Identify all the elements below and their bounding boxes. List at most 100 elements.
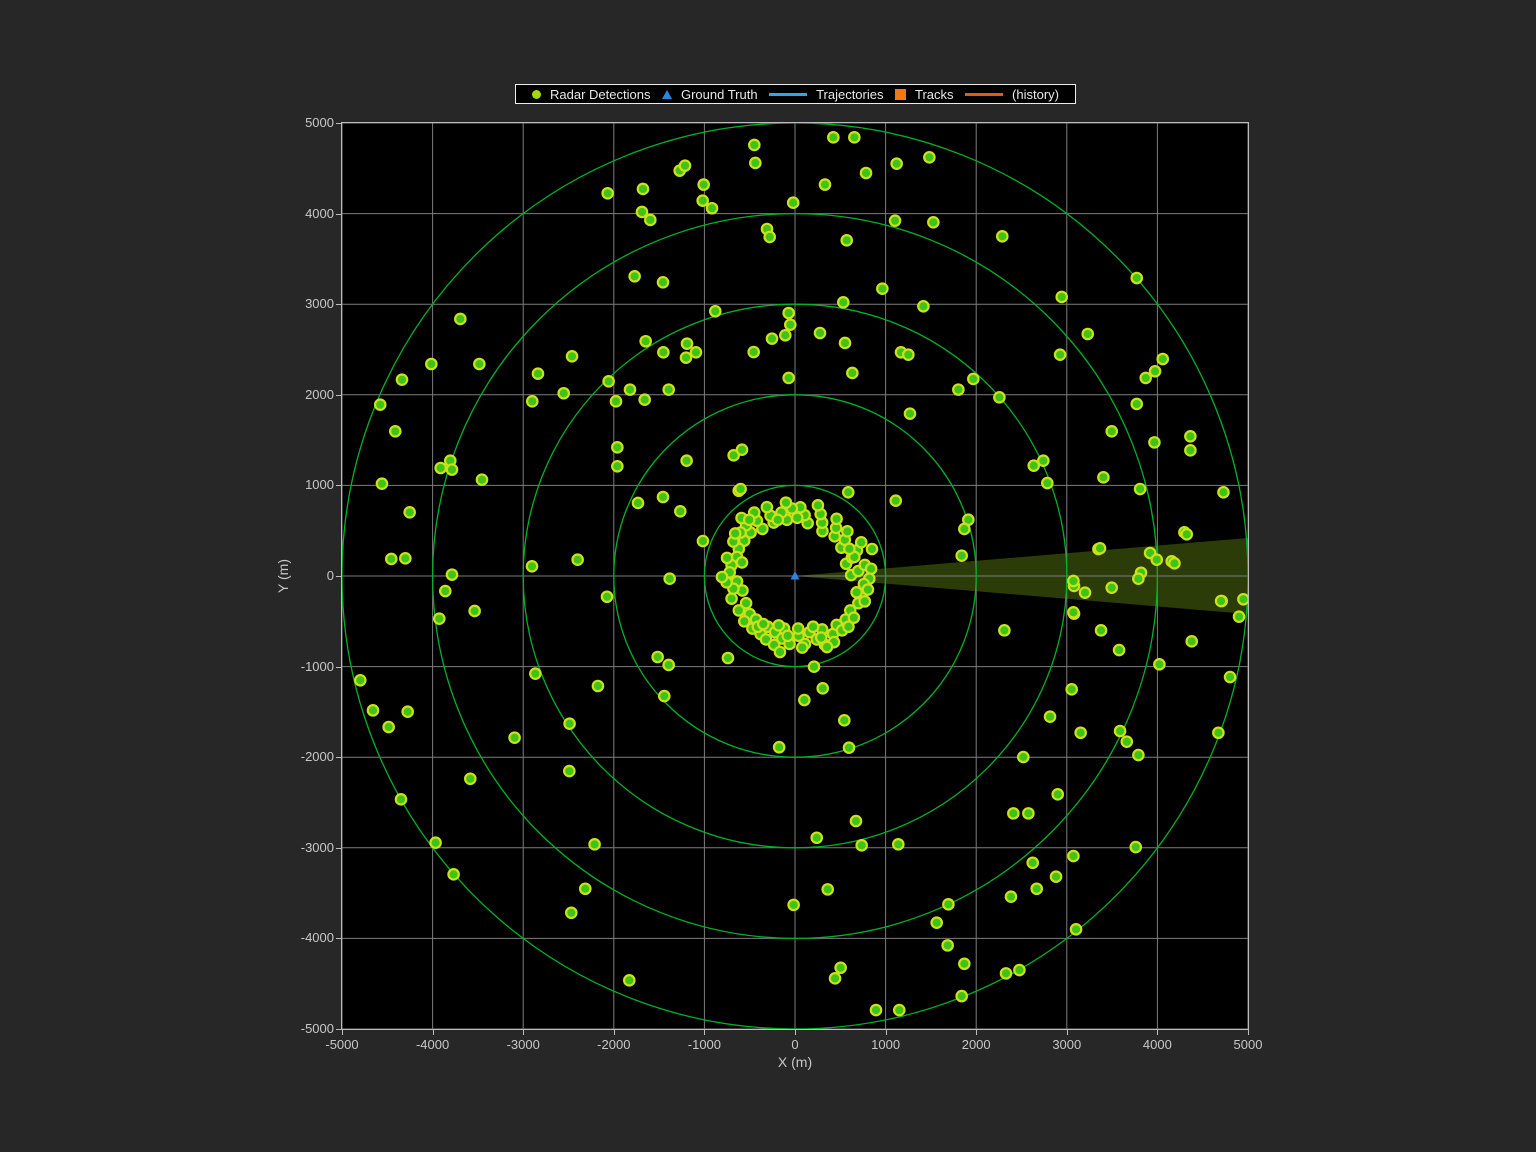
radar-detection-dot — [698, 536, 708, 546]
radar-detection-dot — [530, 668, 540, 678]
radar-detection-dot — [1218, 487, 1228, 497]
x-tick-label: 5000 — [1203, 1037, 1293, 1053]
radar-detection-dot — [355, 675, 365, 685]
legend: Radar Detections Ground Truth Trajectori… — [515, 84, 1076, 104]
y-axis-label: Y (m) — [275, 551, 293, 601]
radar-detection-dot — [918, 301, 928, 311]
radar-detection-dot — [994, 392, 1004, 402]
radar-detection-dot — [707, 203, 717, 213]
radar-detection-dot — [527, 561, 537, 571]
radar-detection-dot — [681, 352, 691, 362]
radar-detection-dot — [659, 691, 669, 701]
radar-detection-dot — [957, 991, 967, 1001]
radar-detection-dot — [434, 613, 444, 623]
radar-detection-dot — [430, 838, 440, 848]
radar-detection-dot — [645, 215, 655, 225]
y-tick-label: 5000 — [260, 115, 334, 131]
radar-detection-dot — [1135, 484, 1145, 494]
radar-detection-dot — [465, 774, 475, 784]
x-tick-label: -2000 — [569, 1037, 659, 1053]
radar-detection-dot — [822, 642, 832, 652]
x-tick-label: 3000 — [1022, 1037, 1112, 1053]
radar-detection-dot — [611, 396, 621, 406]
radar-detection-dot — [447, 569, 457, 579]
radar-detection-dot — [710, 306, 720, 316]
radar-detection-dot — [1187, 636, 1197, 646]
radar-detection-dot — [830, 973, 840, 983]
ground-truth-triangle-icon — [662, 90, 672, 99]
radar-detection-dot — [1216, 596, 1226, 606]
x-tick-label: 1000 — [841, 1037, 931, 1053]
y-tick-mark — [336, 576, 341, 577]
radar-detection-dot — [1133, 574, 1143, 584]
x-tick-label: -1000 — [659, 1037, 749, 1053]
radar-detection-dot — [1154, 659, 1164, 669]
radar-detection-dot — [815, 328, 825, 338]
plot-area — [341, 122, 1249, 1030]
radar-detection-dot — [959, 524, 969, 534]
radar-detection-dot — [1169, 558, 1179, 568]
radar-detection-dot — [788, 900, 798, 910]
x-tick-mark — [704, 1030, 705, 1035]
radar-detection-dot — [640, 336, 650, 346]
radar-detection-dot — [602, 592, 612, 602]
radar-detection-dot — [658, 347, 668, 357]
radar-detection-dot — [1006, 892, 1016, 902]
radar-detection-dot — [1114, 645, 1124, 655]
radar-detection-dot — [1083, 329, 1093, 339]
radar-figure: Radar Detections Ground Truth Trajectori… — [0, 0, 1536, 1152]
radar-detection-dot — [767, 333, 777, 343]
radar-detection-dot — [612, 442, 622, 452]
x-tick-label: -4000 — [388, 1037, 478, 1053]
radar-detection-dot — [1032, 884, 1042, 894]
radar-detection-dot — [637, 207, 647, 217]
y-tick-label: -3000 — [260, 840, 334, 856]
legend-label-tracks: Tracks — [915, 87, 954, 102]
radar-detection-dot — [1122, 737, 1132, 747]
x-tick-label: 2000 — [931, 1037, 1021, 1053]
radar-detection-dot — [783, 373, 793, 383]
legend-label-ground-truth: Ground Truth — [681, 87, 758, 102]
radar-detection-dot — [953, 384, 963, 394]
radar-detection-dot — [1115, 726, 1125, 736]
radar-detection-dot — [788, 198, 798, 208]
radar-detection-dot — [893, 839, 903, 849]
radar-detection-dot — [1095, 543, 1105, 553]
radar-detection-dot — [749, 140, 759, 150]
radar-detection-dot — [1068, 576, 1078, 586]
radar-detection-dot — [877, 284, 887, 294]
radar-detection-dot — [1131, 842, 1141, 852]
radar-detection-dot — [589, 839, 599, 849]
radar-detection-dot — [1053, 789, 1063, 799]
radar-detection-dot — [527, 396, 537, 406]
radar-detection-dot — [404, 507, 414, 517]
radar-detection-dot — [839, 715, 849, 725]
radar-detection-dot — [968, 374, 978, 384]
radar-detection-dot — [368, 705, 378, 715]
y-tick-label: -2000 — [260, 749, 334, 765]
radar-detection-dot — [793, 623, 803, 633]
legend-item-history: (history) — [965, 87, 1059, 102]
radar-detection-dot — [734, 605, 744, 615]
radar-detection-dot — [843, 622, 853, 632]
radar-detection-marker-icon — [532, 90, 541, 99]
y-tick-label: 1000 — [260, 477, 334, 493]
radar-detection-dot — [737, 445, 747, 455]
radar-detection-dot — [658, 277, 668, 287]
radar-detection-dot — [440, 586, 450, 596]
radar-detection-dot — [675, 506, 685, 516]
radar-ppi-chart — [342, 123, 1248, 1029]
radar-detection-dot — [1068, 607, 1078, 617]
radar-detection-dot — [665, 574, 675, 584]
radar-detection-dot — [785, 319, 795, 329]
radar-detection-dot — [435, 463, 445, 473]
radar-detection-dot — [835, 963, 845, 973]
radar-detection-dot — [856, 840, 866, 850]
radar-detection-dot — [1150, 366, 1160, 376]
radar-detection-dot — [748, 347, 758, 357]
radar-detection-dot — [717, 572, 727, 582]
radar-detection-dot — [860, 596, 870, 606]
legend-label-radar-detections: Radar Detections — [550, 87, 650, 102]
radar-detection-dot — [447, 464, 457, 474]
x-tick-mark — [886, 1030, 887, 1035]
